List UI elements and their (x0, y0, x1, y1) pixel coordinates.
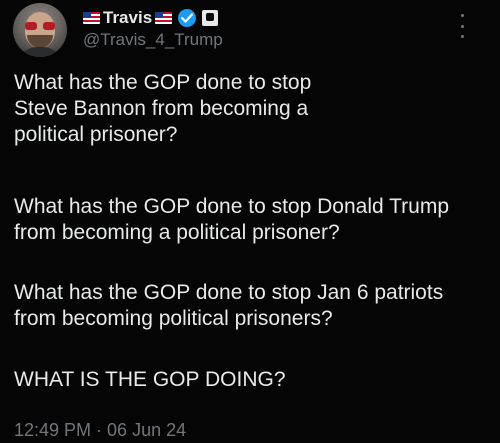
more-options-icon[interactable] (457, 14, 467, 38)
flag-us-icon (155, 12, 173, 24)
author-name-row[interactable]: Travis (83, 7, 219, 29)
tweet-paragraph: What has the GOP done to stop Donald Tru… (14, 195, 450, 244)
flag-us-icon (83, 12, 100, 24)
tweet-card: Travis @Travis_4_Trump What has the GOP … (0, 0, 500, 443)
author-handle[interactable]: @Travis_4_Trump (83, 30, 223, 50)
tweet-paragraph: What has the GOP done to stop Jan 6 patr… (14, 281, 444, 330)
avatar[interactable] (13, 3, 67, 57)
avatar-shirt (17, 47, 63, 57)
display-name[interactable]: Travis (103, 8, 152, 28)
affiliation-badge-icon (202, 10, 219, 26)
tweet-timestamp[interactable]: 12:49 PM · 06 Jun 24 (14, 420, 186, 441)
tweet-paragraph: What has the GOP done to stop Steve Bann… (14, 71, 312, 146)
tweet-paragraph: WHAT IS THE GOP DOING? (14, 368, 286, 391)
verified-badge-icon (178, 9, 197, 27)
sunglasses (25, 22, 55, 30)
